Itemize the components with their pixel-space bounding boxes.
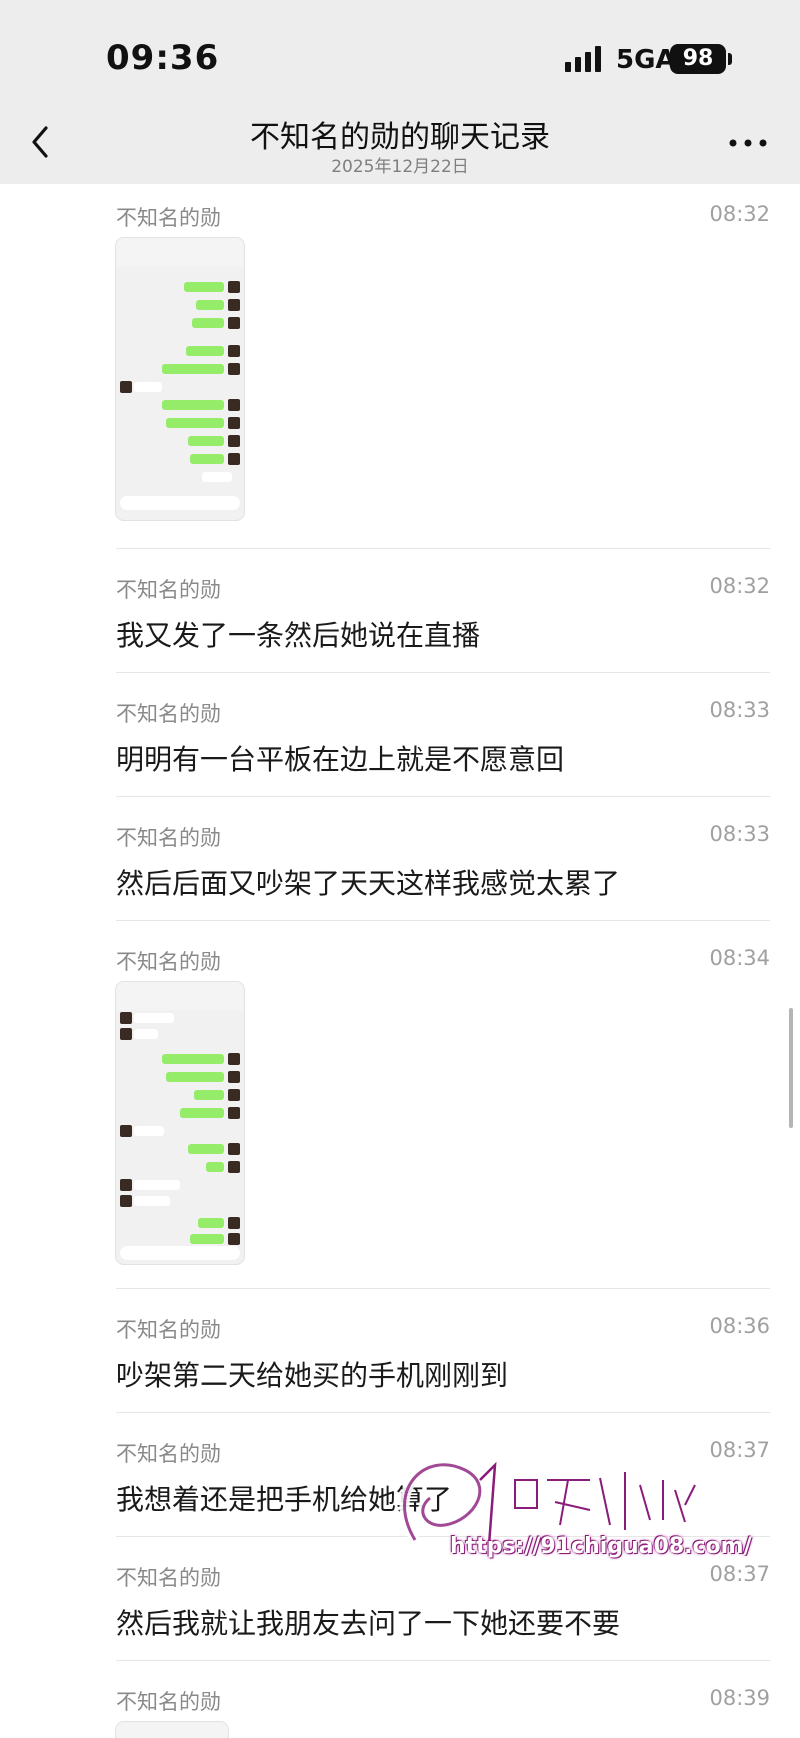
battery-level: 98: [682, 46, 714, 71]
sender-name: 不知名的勋: [116, 1690, 221, 1714]
message-text: 我又发了一条然后她说在直播: [116, 619, 481, 652]
battery-tip: [728, 53, 732, 65]
message-time: 08:39: [709, 1686, 770, 1710]
network-type: 5GA: [616, 45, 676, 75]
battery-icon: 98: [670, 44, 726, 74]
sender-name: 不知名的勋: [116, 826, 221, 850]
list-item: 不知名的勋 08:32 我又发了一条然后她说在直播: [116, 574, 770, 654]
divider: [116, 796, 770, 797]
divider: [116, 1288, 770, 1289]
message-time: 08:33: [709, 698, 770, 722]
more-dots-icon[interactable]: [728, 138, 768, 148]
chat-screenshot-image[interactable]: [116, 238, 244, 520]
message-text: 明明有一台平板在边上就是不愿意回: [116, 743, 565, 776]
list-item: 不知名的勋 08:37 然后我就让我朋友去问了一下她还要不要: [116, 1562, 770, 1642]
message-time: 08:36: [709, 1314, 770, 1338]
page-title: 不知名的勋的聊天记录: [250, 120, 550, 155]
sender-name: 不知名的勋: [116, 206, 221, 230]
message-time: 08:37: [709, 1562, 770, 1586]
chat-screenshot-image[interactable]: [116, 1722, 228, 1738]
divider: [116, 1660, 770, 1661]
list-item: 不知名的勋 08:32: [116, 202, 770, 520]
divider: [116, 672, 770, 673]
list-item: 不知名的勋 08:34: [116, 946, 770, 1264]
message-text: 然后后面又吵架了天天这样我感觉太累了: [116, 867, 621, 900]
list-item: 不知名的勋 08:33 明明有一台平板在边上就是不愿意回: [116, 698, 770, 778]
message-text: 然后我就让我朋友去问了一下她还要不要: [116, 1607, 621, 1640]
message-time: 08:33: [709, 822, 770, 846]
divider: [116, 920, 770, 921]
chat-screenshot-image[interactable]: [116, 982, 244, 1264]
sender-name: 不知名的勋: [116, 702, 221, 726]
list-item: 不知名的勋 08:39: [116, 1686, 770, 1738]
sender-name: 不知名的勋: [116, 1442, 221, 1466]
signal-icon: [565, 46, 601, 72]
message-time: 08:37: [709, 1438, 770, 1462]
sender-name: 不知名的勋: [116, 1318, 221, 1342]
scrollbar[interactable]: [789, 1008, 793, 1128]
message-text: 吵架第二天给她买的手机刚刚到: [116, 1359, 509, 1392]
status-bar: 09:36 5GA 98: [0, 0, 800, 100]
sender-name: 不知名的勋: [116, 1566, 221, 1590]
message-time: 08:32: [709, 574, 770, 598]
message-time: 08:32: [709, 202, 770, 226]
sender-name: 不知名的勋: [116, 578, 221, 602]
message-time: 08:34: [709, 946, 770, 970]
status-time: 09:36: [106, 38, 220, 78]
list-item: 不知名的勋 08:33 然后后面又吵架了天天这样我感觉太累了: [116, 822, 770, 902]
list-item: 不知名的勋 08:36 吵架第二天给她买的手机刚刚到: [116, 1314, 770, 1394]
divider: [116, 548, 770, 549]
nav-header: 不知名的勋的聊天记录 2025年12月22日: [0, 100, 800, 184]
divider: [116, 1412, 770, 1413]
sender-name: 不知名的勋: [116, 950, 221, 974]
page-date: 2025年12月22日: [331, 157, 469, 177]
watermark-url: https://91chigua08.com/: [450, 1534, 752, 1559]
